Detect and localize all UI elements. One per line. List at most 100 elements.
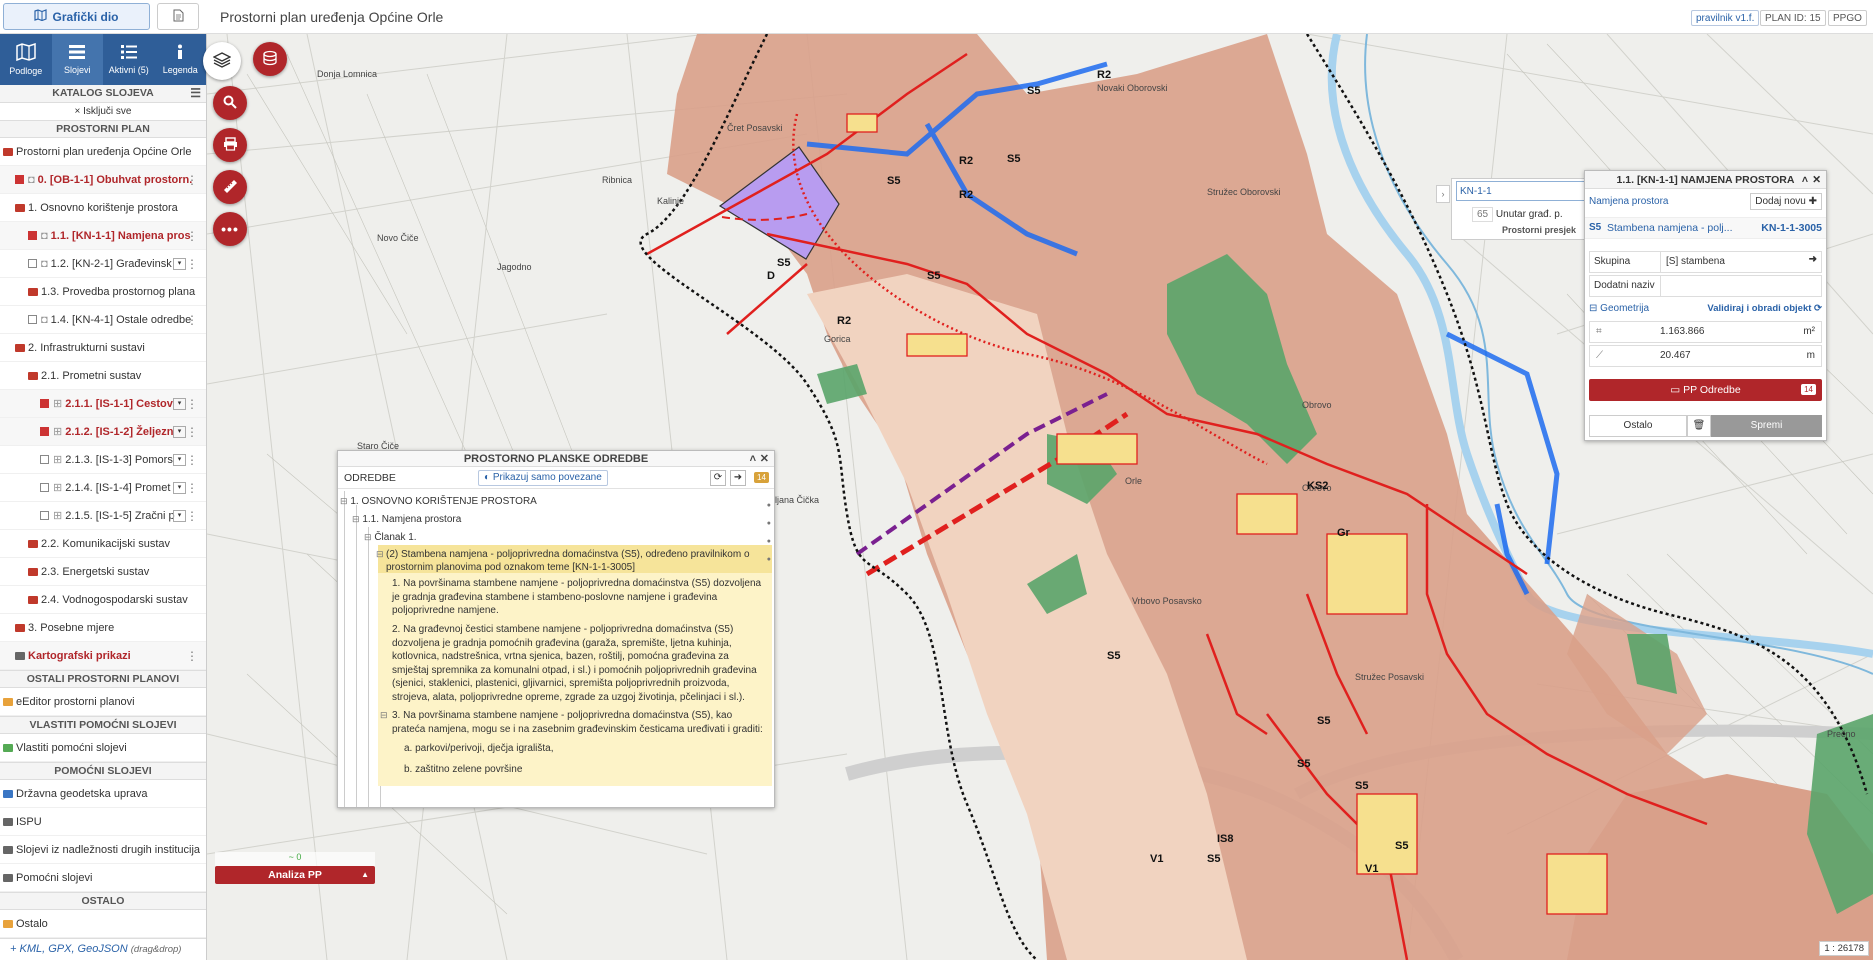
tree-item-druge-institucije[interactable]: Slojevi iz nadležnosti drugih institucij… bbox=[0, 836, 206, 864]
spremi-button[interactable]: Spremi bbox=[1711, 415, 1822, 437]
kn-result-row[interactable]: 65 Unutar građ. p. bbox=[1472, 207, 1563, 222]
tree-item-is-1-5[interactable]: ⊞ 2.1.5. [IS-1-5] Zračni p ▾ ⋮ bbox=[0, 502, 206, 530]
odredbe-level-3[interactable]: ⊟ Članak 1. bbox=[338, 527, 774, 547]
menu-icon[interactable]: ☰ bbox=[190, 85, 201, 101]
tree-item-is-1-2[interactable]: ⊞ 2.1.2. [IS-1-2] Željezn ▾ ⋮ bbox=[0, 418, 206, 446]
chevron-down-icon[interactable]: ▾ bbox=[173, 510, 186, 522]
tree-item-komunikacijski[interactable]: 2.2. Komunikacijski sustav bbox=[0, 530, 206, 558]
odredbe-level-1[interactable]: ⊟ 1. OSNOVNO KORIŠTENJE PROSTORA bbox=[338, 491, 774, 511]
odredbe-tab[interactable]: ODREDBE bbox=[344, 472, 396, 484]
document-button[interactable] bbox=[157, 3, 199, 30]
tree-item-vodnogospodarski[interactable]: 2.4. Vodnogospodarski sustav bbox=[0, 586, 206, 614]
checkbox[interactable] bbox=[40, 455, 49, 464]
more-icon[interactable]: ⋮ bbox=[186, 509, 198, 523]
tree-item-is-1-4[interactable]: ⊞ 2.1.4. [IS-1-4] Promet ▾ ⋮ bbox=[0, 474, 206, 502]
measure-tool-button[interactable] bbox=[213, 170, 247, 204]
tree-item-plan[interactable]: Prostorni plan uređenja Općine Orle bbox=[0, 138, 206, 166]
pravilnik-badge[interactable]: pravilnik v1.f. bbox=[1691, 10, 1760, 26]
print-tool-button[interactable] bbox=[213, 128, 247, 162]
more-icon[interactable]: ⋮ bbox=[186, 425, 198, 439]
checkbox[interactable] bbox=[40, 483, 49, 492]
chevron-down-icon[interactable]: ▾ bbox=[173, 482, 186, 494]
more-icon[interactable]: ⋮ bbox=[186, 173, 198, 187]
tab-aktivni[interactable]: Aktivni (5) bbox=[103, 34, 155, 85]
tree-item-energetski[interactable]: 2.3. Energetski sustav bbox=[0, 558, 206, 586]
tree-item-posebne-mjere[interactable]: 3. Posebne mjere bbox=[0, 614, 206, 642]
pp-odredbe-button[interactable]: ▭ PP Odredbe 14 bbox=[1589, 379, 1822, 401]
iskljuci-sve-link[interactable]: × Isključi sve bbox=[0, 103, 206, 120]
database-tool-button[interactable] bbox=[253, 42, 287, 76]
checkbox[interactable] bbox=[28, 315, 37, 324]
more-icon[interactable]: ⋮ bbox=[186, 257, 198, 271]
more-icon[interactable]: ⋮ bbox=[186, 229, 198, 243]
tree-item-is-1-3[interactable]: ⊞ 2.1.3. [IS-1-3] Pomors ▾ ⋮ bbox=[0, 446, 206, 474]
refresh-icon[interactable]: ⟳ bbox=[710, 470, 726, 486]
kml-upload-link[interactable]: + KML, GPX, GeoJSON (drag&drop) bbox=[0, 938, 206, 960]
checkbox[interactable] bbox=[28, 231, 37, 240]
close-icon[interactable]: ✕ bbox=[1812, 171, 1821, 189]
collapse-icon[interactable]: ⊟ bbox=[340, 496, 348, 506]
tree-item-kn-2-1[interactable]: ◘ 1.2. [KN-2-1] Građevinsk ▾ ⋮ bbox=[0, 250, 206, 278]
tree-item-dgu[interactable]: Državna geodetska uprava bbox=[0, 780, 206, 808]
chevron-down-icon[interactable]: ▾ bbox=[173, 398, 186, 410]
more-icon[interactable]: ⋮ bbox=[186, 313, 198, 327]
graficki-dio-button[interactable]: Grafički dio bbox=[3, 3, 150, 30]
checkbox[interactable] bbox=[40, 511, 49, 520]
tree-item-kartografski[interactable]: Kartografski prikazi ⋮ bbox=[0, 642, 206, 670]
tree-item-pomocni[interactable]: Pomoćni slojevi bbox=[0, 864, 206, 892]
chevron-up-icon[interactable]: ˄ bbox=[1802, 171, 1808, 189]
geometrija-toggle[interactable]: ⊟ Geometrija bbox=[1589, 303, 1649, 314]
tree-item-ispu[interactable]: ISPU bbox=[0, 808, 206, 836]
tree-item-kn-4-1[interactable]: ◘ 1.4. [KN-4-1] Ostale odredbe ⋮ bbox=[0, 306, 206, 334]
ostalo-button[interactable]: Ostalo bbox=[1589, 415, 1687, 437]
chevron-right-icon[interactable]: › bbox=[1436, 185, 1450, 203]
more-icon[interactable]: ⋮ bbox=[186, 453, 198, 467]
search-tool-button[interactable] bbox=[213, 86, 247, 120]
tree-item-prometni[interactable]: 2.1. Prometni sustav bbox=[0, 362, 206, 390]
checkbox[interactable] bbox=[15, 175, 24, 184]
kn-search-input[interactable] bbox=[1456, 181, 1596, 201]
tab-slojevi[interactable]: Slojevi bbox=[51, 34, 103, 85]
close-icon[interactable]: ✕ bbox=[760, 451, 769, 467]
chevron-down-icon[interactable]: ▾ bbox=[173, 454, 186, 466]
dodatni-input[interactable] bbox=[1660, 276, 1821, 296]
tab-legenda[interactable]: Legenda bbox=[155, 34, 207, 85]
tree-item-eeditor[interactable]: eEditor prostorni planovi bbox=[0, 688, 206, 716]
selected-feature-row[interactable]: S5 Stambena namjena - polj... KN-1-1-300… bbox=[1585, 217, 1826, 239]
dodaj-novu-button[interactable]: Dodaj novu ✚ bbox=[1750, 193, 1822, 210]
chevron-down-icon[interactable]: ▾ bbox=[173, 426, 186, 438]
more-icon[interactable]: ⋮ bbox=[186, 481, 198, 495]
collapse-icon[interactable]: ⊟ bbox=[380, 709, 388, 723]
ppgo-badge[interactable]: PPGO bbox=[1828, 10, 1867, 26]
toggle-povezane-button[interactable]: ◐ Prikazuj samo povezane bbox=[478, 470, 608, 486]
collapse-icon[interactable]: ⊟ bbox=[376, 548, 384, 561]
validiraj-link[interactable]: Validiraj i obradi objekt ⟳ bbox=[1707, 303, 1822, 314]
tab-podloge[interactable]: Podloge bbox=[0, 34, 52, 85]
layers-tool-button[interactable] bbox=[203, 42, 241, 80]
tree-item-ob-1-1[interactable]: ◘ 0. [OB-1-1] Obuhvat prostorn. ⋮ bbox=[0, 166, 206, 194]
more-icon[interactable]: ⋮ bbox=[186, 649, 198, 663]
chevron-down-icon[interactable]: ▾ bbox=[173, 258, 186, 270]
more-tools-button[interactable]: ••• bbox=[213, 212, 247, 246]
more-icon[interactable]: ⋮ bbox=[186, 397, 198, 411]
checkbox[interactable] bbox=[28, 259, 37, 268]
chevron-up-icon[interactable]: ˄ bbox=[750, 451, 756, 467]
odredbe-paragraph-header[interactable]: ⊟ (2) Stambena namjena - poljoprivredna d… bbox=[376, 545, 772, 573]
tree-item-ostalo[interactable]: Ostalo bbox=[0, 910, 206, 938]
arrow-right-icon[interactable]: ➜ bbox=[1809, 254, 1817, 265]
delete-button[interactable]: 🗑 bbox=[1687, 415, 1711, 437]
skupina-select[interactable]: [S] stambena bbox=[1660, 252, 1799, 272]
tree-item-infrastruktura[interactable]: 2. Infrastrukturni sustavi bbox=[0, 334, 206, 362]
collapse-icon[interactable]: ⊟ bbox=[352, 514, 360, 524]
checkbox[interactable] bbox=[40, 427, 49, 436]
arrow-right-icon[interactable]: ➜ bbox=[730, 470, 746, 486]
tree-item-provedba[interactable]: 1.3. Provedba prostornog plana bbox=[0, 278, 206, 306]
tree-item-osnovno[interactable]: 1. Osnovno korištenje prostora bbox=[0, 194, 206, 222]
checkbox[interactable] bbox=[40, 399, 49, 408]
analiza-pp-button[interactable]: Analiza PP ▲ bbox=[215, 866, 375, 884]
tree-item-is-1-1[interactable]: ⊞ 2.1.1. [IS-1-1] Cestov ▾ ⋮ bbox=[0, 390, 206, 418]
tree-item-vlastiti[interactable]: Vlastiti pomoćni slojevi bbox=[0, 734, 206, 762]
odredbe-level-2[interactable]: ⊟ 1.1. Namjena prostora bbox=[338, 509, 774, 529]
tree-item-kn-1-1[interactable]: ◘ 1.1. [KN-1-1] Namjena pros ⋮ bbox=[0, 222, 206, 250]
collapse-icon[interactable]: ⊟ bbox=[364, 532, 372, 542]
